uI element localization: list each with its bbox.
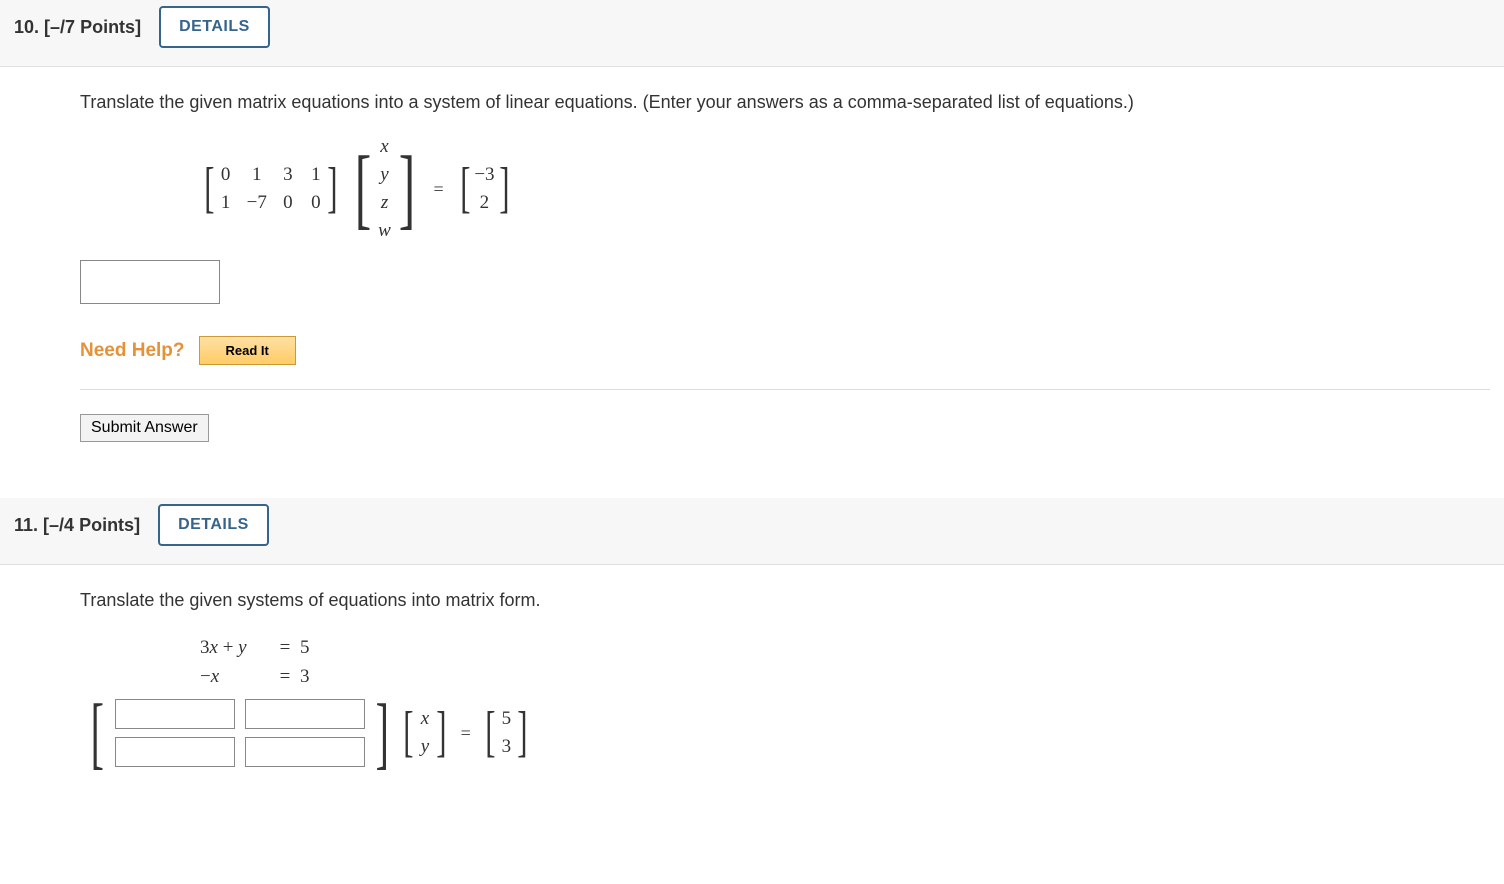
matrix-cell: 0	[219, 164, 233, 186]
vector-var: y	[418, 736, 432, 758]
vector-b: [ 5 3 ]	[481, 708, 532, 758]
bracket-right-icon: ]	[436, 713, 446, 752]
answer-input[interactable]	[80, 260, 220, 304]
equation-lhs: 3x + y	[200, 634, 270, 663]
equation-rhs: 5	[300, 634, 1490, 663]
equals-sign: =	[455, 723, 477, 744]
vector-cell: 5	[499, 708, 513, 730]
bracket-right-icon: ]	[518, 713, 528, 752]
matrix-cell-input[interactable]	[115, 699, 235, 729]
vector-cell: 2	[477, 192, 491, 214]
vector-cell: 3	[499, 736, 513, 758]
vector-vars: [ x y z w ]	[348, 136, 422, 242]
matrix-cell: 1	[309, 164, 323, 186]
separator	[0, 470, 1504, 498]
equals-sign: =	[270, 634, 300, 663]
question-header: 10. [–/7 Points] DETAILS	[0, 0, 1504, 67]
question-prompt: Translate the given matrix equations int…	[80, 89, 1490, 116]
bracket-left-icon: [	[403, 713, 413, 752]
question-number: 11.	[14, 515, 38, 535]
vector-var: z	[378, 192, 392, 214]
vector-var: x	[418, 708, 432, 730]
bracket-left-icon: [	[460, 169, 470, 208]
bracket-left-icon: [	[204, 169, 214, 208]
bracket-right-icon: ]	[375, 709, 388, 757]
matrix-cell-input[interactable]	[115, 737, 235, 767]
bracket-right-icon: ]	[327, 169, 337, 208]
question-points: [–/7 Points]	[44, 17, 141, 37]
bracket-left-icon: [	[485, 713, 495, 752]
equation-rhs: 3	[300, 663, 1490, 692]
question-10: 10. [–/7 Points] DETAILS Translate the g…	[0, 0, 1504, 470]
question-number-points: 11. [–/4 Points]	[14, 515, 140, 536]
bracket-right-icon: ]	[499, 169, 509, 208]
answer-area	[80, 260, 1490, 304]
question-body: Translate the given systems of equations…	[0, 565, 1504, 795]
matrix-cell: 0	[309, 192, 323, 214]
matrix-cell: 1	[219, 192, 233, 214]
equation-system: 3x + y = 5 −x = 3	[80, 634, 1490, 691]
question-number-points: 10. [–/7 Points]	[14, 17, 141, 38]
question-11: 11. [–/4 Points] DETAILS Translate the g…	[0, 498, 1504, 795]
vector-cell: −3	[474, 164, 494, 186]
matrix-cell-input[interactable]	[245, 737, 365, 767]
question-number: 10.	[14, 17, 39, 37]
bracket-right-icon: ]	[398, 164, 414, 214]
vector-vars: [ x y ]	[399, 708, 450, 758]
question-prompt: Translate the given systems of equations…	[80, 587, 1490, 614]
details-button[interactable]: DETAILS	[159, 6, 270, 48]
question-header: 11. [–/4 Points] DETAILS	[0, 498, 1504, 565]
question-body: Translate the given matrix equations int…	[0, 67, 1504, 470]
read-it-button[interactable]: Read It	[199, 336, 296, 365]
question-points: [–/4 Points]	[43, 515, 140, 535]
matrix-cell: 0	[281, 192, 295, 214]
help-row: Need Help? Read It	[80, 336, 1490, 390]
equals-sign: =	[270, 663, 300, 692]
vector-var: y	[378, 164, 392, 186]
matrix-cell: 1	[250, 164, 264, 186]
vector-var: w	[378, 220, 392, 242]
matrix-equation: [ 0 1 3 1 1 −7 0 0 ] [ x y z	[80, 136, 1490, 242]
matrix-cell: 3	[281, 164, 295, 186]
matrix-form-input: [ ] [ x y ] = [ 5 3	[80, 699, 1490, 767]
matrix-A: [ 0 1 3 1 1 −7 0 0 ]	[200, 164, 342, 214]
need-help-label: Need Help?	[80, 340, 185, 362]
equation-lhs: −x	[200, 663, 270, 692]
vector-var: x	[378, 136, 392, 158]
equals-sign: =	[428, 179, 450, 200]
submit-answer-button[interactable]: Submit Answer	[80, 414, 209, 442]
matrix-cell-input[interactable]	[245, 699, 365, 729]
matrix-cell: −7	[247, 192, 267, 214]
details-button[interactable]: DETAILS	[158, 504, 269, 546]
bracket-left-icon: [	[91, 709, 104, 757]
bracket-left-icon: [	[354, 164, 370, 214]
vector-b: [ −3 2 ]	[456, 164, 514, 214]
